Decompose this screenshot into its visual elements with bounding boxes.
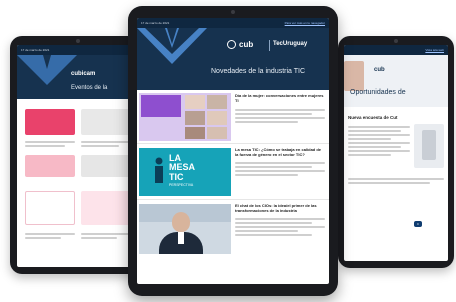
article-item[interactable]: Día de la mujer: conversaciones entre mu… (137, 90, 329, 144)
article-thumbnail (139, 93, 231, 141)
section-title: Nueva encuesta de Cut (348, 115, 398, 120)
tablet-right: Vista tela web cub Oportunidades de Nuev… (338, 36, 454, 268)
chevron-decoration-icon (137, 28, 207, 64)
chevron-decoration-icon (17, 55, 77, 85)
tablet-center: 17 de marzo de 2021 Para ver más en tu n… (128, 6, 338, 296)
portrait-shirt (178, 232, 184, 244)
view-in-browser-link[interactable]: Para ver más en tu navegador (285, 21, 325, 25)
email-banner: cub Oportunidades de (344, 55, 448, 107)
survey-section: Nueva encuesta de Cut (344, 107, 448, 192)
article-text: Día de la mujer: conversaciones entre mu… (231, 90, 329, 143)
email-banner: cubicam Eventos de la (17, 55, 139, 99)
article-text: La mesa TIC: ¿Cómo se trabaja en calidad… (231, 144, 329, 199)
topbar-date: 17 de marzo de 2021 (21, 48, 50, 52)
collage-tile (207, 95, 227, 109)
article-headline: La mesa TIC: ¿Cómo se trabaja en calidad… (235, 147, 322, 157)
email-screen-right: Vista tela web cub Oportunidades de Nuev… (344, 45, 448, 261)
hero-photo (344, 61, 364, 91)
cta-button[interactable]: Ir (414, 221, 422, 227)
banner-title: Eventos de la (71, 85, 108, 91)
event-card[interactable] (25, 109, 75, 135)
topbar-date: 17 de marzo de 2021 (141, 21, 170, 25)
brand-logo-cub: cub (227, 40, 253, 49)
article-thumbnail (139, 204, 231, 254)
camera-dot (394, 39, 398, 43)
events-grid (17, 99, 139, 267)
article-headline: Día de la mujer: conversaciones entre mu… (235, 93, 324, 103)
brand-logo: cub (374, 67, 385, 73)
collage-tile (185, 127, 205, 139)
lamesa-line: TIC (169, 172, 184, 182)
article-item[interactable]: El chat de los CIOs: la idea/el primer d… (137, 200, 329, 260)
email-topbar: Vista tela web (344, 45, 448, 55)
banner-title: Oportunidades de (350, 89, 406, 96)
camera-dot (76, 39, 80, 43)
lamesa-line: MESA (169, 162, 196, 172)
event-card[interactable] (81, 191, 131, 225)
survey-image (414, 124, 444, 168)
event-card[interactable] (25, 155, 75, 177)
collage-tile (207, 127, 227, 139)
brand-logo-tecuruguay: TecUruguay (273, 41, 308, 47)
person-silhouette-icon (155, 157, 163, 183)
brand-logo: cubicam (71, 71, 96, 77)
event-card[interactable] (81, 109, 131, 135)
collage-tile (141, 95, 181, 117)
lamesa-line: PERSPECTIVA (169, 183, 194, 187)
article-text: El chat de los CIOs: la idea/el primer d… (231, 200, 329, 260)
brand-divider (269, 40, 270, 51)
view-in-browser-link[interactable]: Vista tela web (425, 48, 444, 52)
email-banner: cub TecUruguay Novedades de la industria… (137, 28, 329, 90)
banner-title: Novedades de la industria TIC (211, 68, 306, 75)
article-item[interactable]: LA MESA TIC PERSPECTIVA La mesa TIC: ¿Có… (137, 144, 329, 200)
email-screen-left: 17 de marzo de 2021 cubicam Eventos de l… (17, 45, 139, 267)
article-thumbnail: LA MESA TIC PERSPECTIVA (139, 148, 231, 196)
event-card[interactable] (81, 155, 131, 177)
event-card[interactable] (25, 191, 75, 225)
camera-dot (231, 10, 235, 14)
email-topbar: 17 de marzo de 2021 Para ver más en tu n… (137, 18, 329, 28)
collage-tile (185, 95, 205, 109)
article-headline: El chat de los CIOs: la idea/el primer d… (235, 203, 317, 213)
email-topbar: 17 de marzo de 2021 (17, 45, 139, 55)
cub-logo-icon (227, 40, 236, 49)
portrait-face (172, 212, 190, 232)
collage-tile (185, 111, 205, 125)
email-screen-center: 17 de marzo de 2021 Para ver más en tu n… (137, 18, 329, 284)
tablet-left: 17 de marzo de 2021 cubicam Eventos de l… (10, 36, 146, 274)
collage-tile (207, 111, 227, 125)
